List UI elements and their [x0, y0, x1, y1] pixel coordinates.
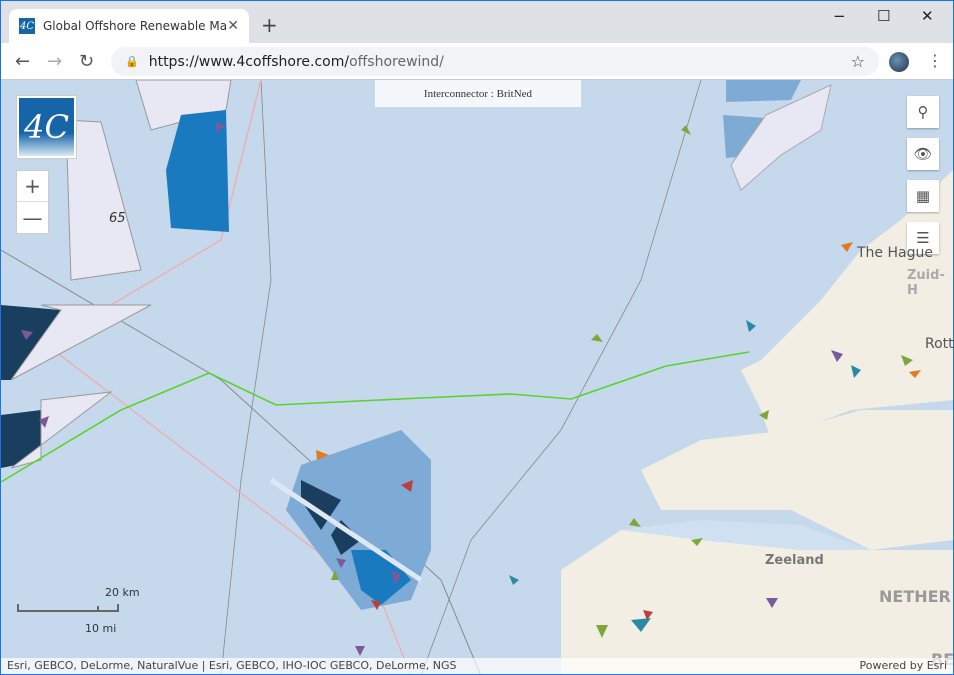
region-label-zuid-holland: Zuid-H — [907, 268, 945, 298]
browser-tab[interactable]: 4C Global Offshore Renewable Map ✕ — [9, 9, 249, 43]
address-bar[interactable]: 🔒 https://www.4coffshore.com/offshorewin… — [111, 47, 879, 76]
zoom-out-button[interactable]: — — [17, 202, 48, 233]
reload-icon[interactable]: ↻ — [79, 51, 94, 72]
zoom-control: + — — [16, 170, 49, 234]
wind-farm-area-65 — [65, 119, 142, 281]
forward-icon[interactable]: → — [47, 51, 62, 72]
wind-farm-area — [726, 80, 801, 102]
country-label-netherlands: NETHER — [879, 587, 951, 606]
powered-by-esri[interactable]: Powered by Esri — [859, 659, 947, 674]
marker-purple — [355, 646, 365, 656]
back-icon[interactable]: ← — [15, 51, 30, 72]
interconnector-tooltip: Interconnector : BritNed — [375, 80, 581, 107]
marker-teal — [509, 575, 519, 585]
marker-green — [629, 518, 641, 527]
marker-green — [681, 125, 691, 135]
site-number-label: 65 — [109, 211, 126, 226]
eye-icon: 👁 — [913, 145, 933, 163]
maximize-button[interactable]: ☐ — [877, 7, 890, 25]
bookmark-star-icon[interactable]: ☆ — [851, 52, 865, 71]
city-label-the-hague: The Hague — [857, 245, 933, 261]
tab-close-icon[interactable]: ✕ — [227, 18, 239, 34]
map-view[interactable]: Interconnector : BritNed 4C + — ⚲ 👁 ▦ ☰ … — [1, 80, 953, 674]
marker-green — [591, 334, 603, 342]
more-menu-icon[interactable]: ⋮ — [927, 51, 943, 70]
scale-km: 20 km — [105, 586, 140, 599]
url-path: offshorewind/ — [349, 53, 444, 70]
scale-bar: 20 km 10 mi — [17, 586, 197, 636]
minimize-button[interactable]: − — [833, 7, 846, 25]
lock-icon: 🔒 — [125, 55, 139, 68]
scale-mi: 10 mi — [85, 622, 117, 635]
visibility-button[interactable]: 👁 — [907, 138, 939, 170]
marker-teal — [746, 320, 756, 332]
region-label-zeeland: Zeeland — [765, 553, 824, 568]
qr-grid-icon: ▦ — [915, 187, 931, 205]
attribution-bar: Esri, GEBCO, DeLorme, NaturalVue | Esri,… — [1, 658, 953, 674]
new-tab-button[interactable]: + — [261, 13, 278, 37]
close-window-button[interactable]: ✕ — [921, 7, 934, 25]
title-bar: 4C Global Offshore Renewable Map ✕ + − ☐… — [1, 1, 953, 43]
attribution-text: Esri, GEBCO, DeLorme, NaturalVue | Esri,… — [7, 659, 457, 672]
basemap-button[interactable]: ▦ — [907, 180, 939, 212]
search-icon: ⚲ — [917, 103, 929, 121]
tab-title: Global Offshore Renewable Map — [43, 19, 228, 33]
profile-avatar[interactable] — [889, 52, 909, 72]
marker-orange — [841, 242, 853, 252]
browser-window: 4C Global Offshore Renewable Map ✕ + − ☐… — [0, 0, 954, 675]
search-button[interactable]: ⚲ — [907, 96, 939, 128]
logo-text: 4C — [19, 98, 74, 156]
browser-toolbar: ← → ↻ 🔒 https://www.4coffshore.com/offsh… — [1, 43, 953, 80]
wind-farm-area — [286, 430, 431, 610]
favicon-icon: 4C — [19, 18, 35, 34]
boundary-line — [220, 80, 272, 674]
4c-logo[interactable]: 4C — [16, 95, 77, 159]
city-label-rotterdam: Rott — [925, 336, 953, 352]
url-host: https://www.4coffshore.com/ — [148, 53, 350, 70]
zoom-in-button[interactable]: + — [17, 171, 48, 202]
